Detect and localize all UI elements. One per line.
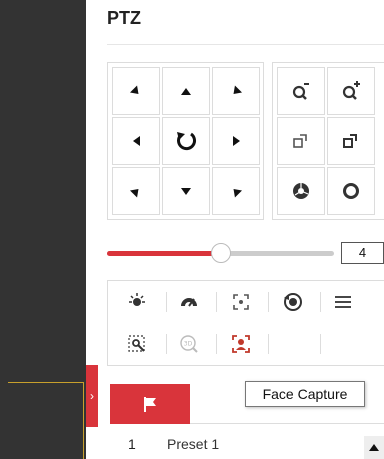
zoom-out-button[interactable] [277, 67, 325, 115]
toolbar-divider [216, 292, 217, 312]
manual-tracking-icon [233, 294, 249, 310]
toolbar-divider [320, 334, 321, 354]
title-divider [107, 44, 384, 45]
flag-icon [144, 397, 156, 412]
iris-open-icon [343, 183, 359, 199]
3d-zoom-button[interactable]: 3D [168, 325, 210, 363]
selected-window-outline [8, 382, 84, 459]
page-title: PTZ [107, 8, 141, 28]
one-touch-park-button[interactable] [272, 283, 314, 321]
auto-rotate-button[interactable] [162, 117, 210, 165]
pan-up-left-button[interactable] [112, 67, 160, 115]
auto-rotate-icon [177, 132, 196, 151]
zoom-area-button[interactable] [116, 325, 158, 363]
face-capture-tooltip: Face Capture [245, 381, 365, 407]
up-arrow-icon [181, 87, 191, 95]
toolbar-divider [216, 334, 217, 354]
iris-close-button[interactable] [277, 167, 325, 215]
pan-down-button[interactable] [162, 167, 210, 215]
toolbar-divider [320, 292, 321, 312]
wiper-icon [181, 298, 197, 307]
pan-right-button[interactable] [212, 117, 260, 165]
iris-open-button[interactable] [327, 167, 375, 215]
zoom-out-icon [292, 83, 309, 100]
chevron-up-icon [369, 444, 379, 451]
direction-pad [107, 62, 264, 220]
more-menu-button[interactable] [322, 283, 364, 321]
face-capture-icon [232, 335, 250, 353]
preset-number: 1 [128, 436, 136, 452]
zoom-area-icon [128, 335, 145, 352]
toolbar-divider [268, 292, 269, 312]
speed-value-field[interactable]: 4 [341, 242, 384, 264]
speed-slider-thumb[interactable] [210, 243, 231, 263]
light-button[interactable] [116, 283, 158, 321]
right-arrow-icon [232, 136, 240, 146]
toolbar-divider [268, 334, 269, 354]
left-arrow-icon [132, 136, 140, 146]
svg-text:3D: 3D [184, 341, 193, 348]
down-arrow-icon [181, 187, 191, 195]
light-icon [129, 293, 145, 306]
pan-down-right-button[interactable] [212, 167, 260, 215]
pan-left-button[interactable] [112, 117, 160, 165]
zoom-in-button[interactable] [327, 67, 375, 115]
focus-near-icon [293, 134, 307, 148]
pan-down-left-button[interactable] [112, 167, 160, 215]
pan-up-right-button[interactable] [212, 67, 260, 115]
toolbar-divider [166, 334, 167, 354]
one-touch-park-icon [284, 293, 302, 311]
focus-far-button[interactable] [327, 117, 375, 165]
manual-tracking-button[interactable] [220, 283, 262, 321]
menu-icon [335, 296, 351, 308]
scroll-up-button[interactable] [364, 436, 384, 459]
wiper-button[interactable] [168, 283, 210, 321]
iris-close-icon [293, 183, 309, 199]
up-right-arrow-icon [229, 84, 243, 98]
face-capture-button[interactable] [220, 325, 262, 363]
preset-name: Preset 1 [167, 436, 220, 452]
speed-slider-fill [107, 251, 221, 256]
focus-near-button[interactable] [277, 117, 325, 165]
down-left-arrow-icon [129, 184, 143, 198]
3d-zoom-icon: 3D [180, 335, 198, 353]
lens-control-pad [272, 62, 384, 220]
collapse-panel-button[interactable]: › [86, 365, 98, 427]
up-left-arrow-icon [129, 84, 143, 98]
tab-preset[interactable] [110, 384, 190, 424]
toolbar-divider [166, 292, 167, 312]
pan-up-button[interactable] [162, 67, 210, 115]
focus-far-icon [343, 134, 357, 148]
function-toolbar: 3D [107, 280, 384, 366]
video-sidebar [0, 0, 86, 459]
zoom-in-icon [342, 81, 360, 100]
list-item[interactable]: 1 Preset 1 [110, 430, 384, 459]
down-right-arrow-icon [229, 184, 243, 198]
